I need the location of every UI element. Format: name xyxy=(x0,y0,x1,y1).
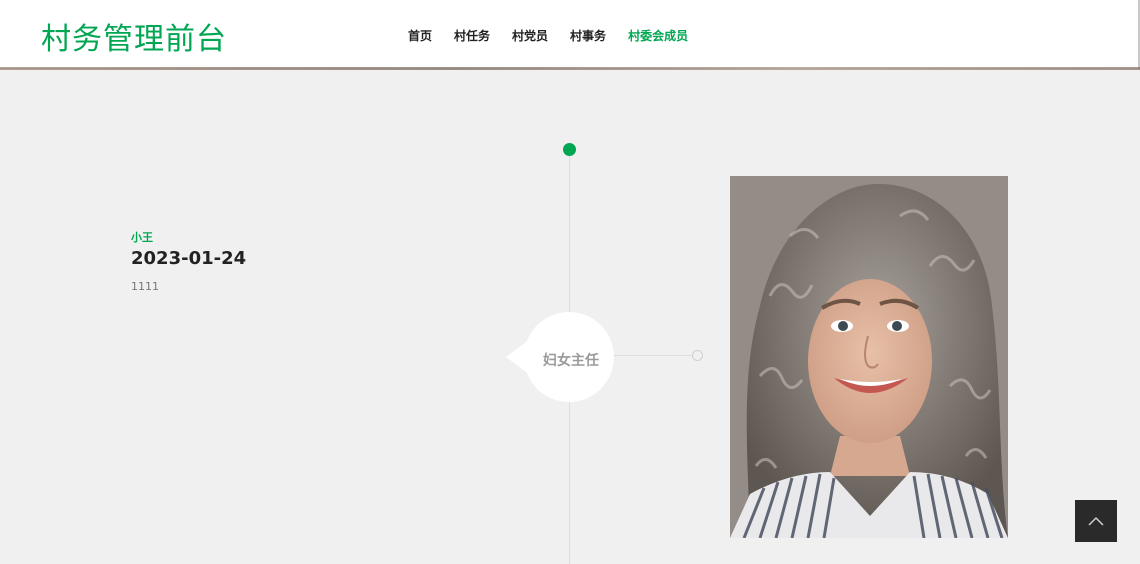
nav-item-village-tasks[interactable]: 村任务 xyxy=(454,27,490,44)
main-nav: 首页 村任务 村党员 村事务 村委会成员 xyxy=(408,27,688,44)
back-to-top-button[interactable] xyxy=(1075,500,1117,542)
timeline-connector-node xyxy=(692,350,703,361)
member-photo xyxy=(730,176,1008,538)
site-header: 村务管理前台 首页 村任务 村党员 村事务 村委会成员 xyxy=(0,0,1140,69)
portrait-photo xyxy=(730,176,1008,538)
member-role: 妇女主任 xyxy=(543,353,599,369)
timeline-start-dot xyxy=(563,143,576,156)
nav-item-party-members[interactable]: 村党员 xyxy=(512,27,548,44)
timeline-connector xyxy=(612,355,696,356)
member-description: 1111 xyxy=(131,280,159,293)
nav-item-committee-members[interactable]: 村委会成员 xyxy=(628,27,688,44)
nav-item-home[interactable]: 首页 xyxy=(408,27,432,44)
member-date: 2023-01-24 xyxy=(131,248,247,269)
nav-item-village-affairs[interactable]: 村事务 xyxy=(570,27,606,44)
header-banner-edge xyxy=(0,67,1140,70)
chevron-up-icon xyxy=(1088,516,1104,526)
member-name: 小王 xyxy=(131,231,153,244)
site-logo[interactable]: 村务管理前台 xyxy=(41,14,227,58)
